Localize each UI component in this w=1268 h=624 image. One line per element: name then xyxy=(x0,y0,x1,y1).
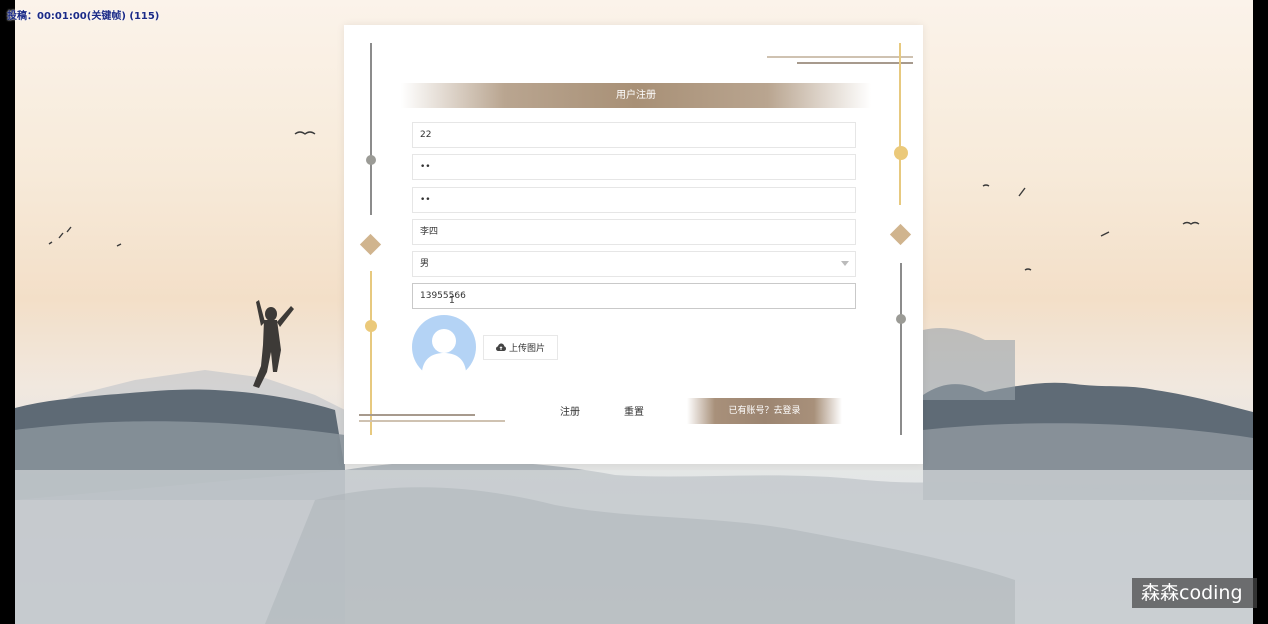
username-field[interactable]: 22 xyxy=(412,122,856,148)
gender-value: 男 xyxy=(420,259,430,269)
password-field[interactable]: •• xyxy=(412,154,856,180)
register-card: 用户注册 22 •• •• 李四 男 13955566 I 上传图片 注册 重置 xyxy=(344,25,923,464)
reset-button[interactable]: 重置 xyxy=(624,403,644,418)
recording-overlay-label: 投稿：00:01:00(关键帧) (115) xyxy=(7,11,160,22)
chevron-down-icon[interactable] xyxy=(841,261,849,266)
avatar-placeholder-icon[interactable] xyxy=(412,315,476,371)
screen: 投稿：00:01:00(关键帧) (115) 用户注册 22 •• •• 李四 … xyxy=(0,0,1268,624)
gender-select[interactable]: 男 xyxy=(412,251,856,277)
watermark-label: 森森coding xyxy=(1132,578,1257,608)
phone-field[interactable]: 13955566 xyxy=(412,283,856,309)
go-login-button[interactable]: 已有账号？去登录 xyxy=(687,398,842,424)
text-cursor-icon: I xyxy=(449,295,456,306)
name-field[interactable]: 李四 xyxy=(412,219,856,245)
confirm-password-field[interactable]: •• xyxy=(412,187,856,213)
upload-image-button[interactable]: 上传图片 xyxy=(483,335,558,360)
card-title: 用户注册 xyxy=(401,83,871,108)
register-button[interactable]: 注册 xyxy=(560,403,580,418)
upload-image-label: 上传图片 xyxy=(508,344,545,354)
cloud-upload-icon xyxy=(495,343,506,351)
